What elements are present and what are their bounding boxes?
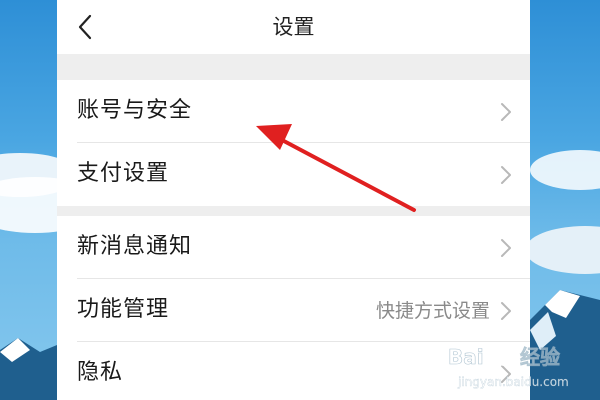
- svg-text:经验: 经验: [520, 345, 560, 369]
- settings-group-account: 账号与安全 支付设置: [57, 80, 530, 206]
- chevron-right-icon: [501, 302, 511, 320]
- svg-text:jingyan.baidu.com: jingyan.baidu.com: [457, 375, 569, 389]
- settings-row-features[interactable]: 功能管理 快捷方式设置: [57, 279, 530, 342]
- settings-row-account-security[interactable]: 账号与安全: [57, 80, 530, 143]
- navigation-bar: 设置: [57, 0, 530, 54]
- chevron-right-icon: [501, 166, 511, 184]
- baidu-jingyan-watermark: Bai 经验 jingyan.baidu.com: [448, 345, 569, 389]
- settings-row-notifications[interactable]: 新消息通知: [57, 216, 530, 279]
- settings-row-label: 支付设置: [77, 161, 170, 186]
- settings-row-label: 隐私: [77, 360, 124, 385]
- chevron-right-icon: [501, 103, 511, 121]
- settings-row-value: 快捷方式设置: [375, 300, 490, 322]
- settings-row-label: 账号与安全: [77, 98, 193, 123]
- chevron-right-icon: [501, 239, 511, 257]
- screenshot-stage: 设置 账号与安全 支付设置 新消息通知 功能管理 快捷方式设置 隐私 Bai 经…: [0, 0, 600, 400]
- settings-row-label: 新消息通知: [77, 234, 193, 259]
- settings-row-label: 功能管理: [77, 297, 170, 322]
- settings-row-payment[interactable]: 支付设置: [57, 143, 530, 206]
- svg-text:Bai: Bai: [448, 345, 484, 369]
- page-title: 设置: [272, 15, 315, 39]
